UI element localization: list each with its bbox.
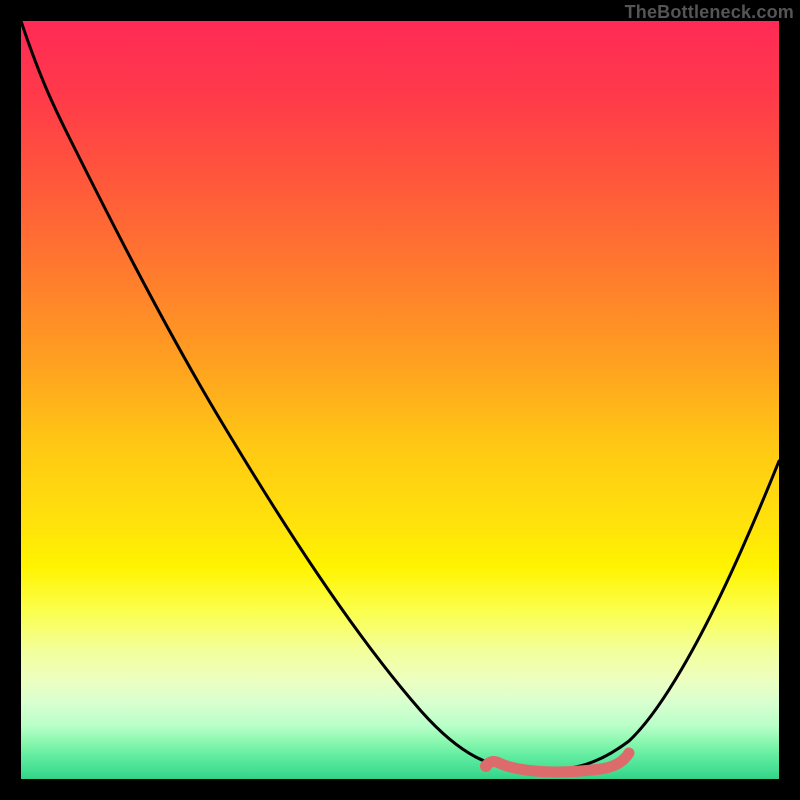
watermark-text: TheBottleneck.com bbox=[625, 2, 794, 23]
bottleneck-curve bbox=[21, 21, 779, 779]
optimal-range-start-dot bbox=[480, 760, 492, 772]
curve-path bbox=[21, 21, 779, 771]
plot-area bbox=[21, 21, 779, 779]
chart-frame: TheBottleneck.com bbox=[0, 0, 800, 800]
